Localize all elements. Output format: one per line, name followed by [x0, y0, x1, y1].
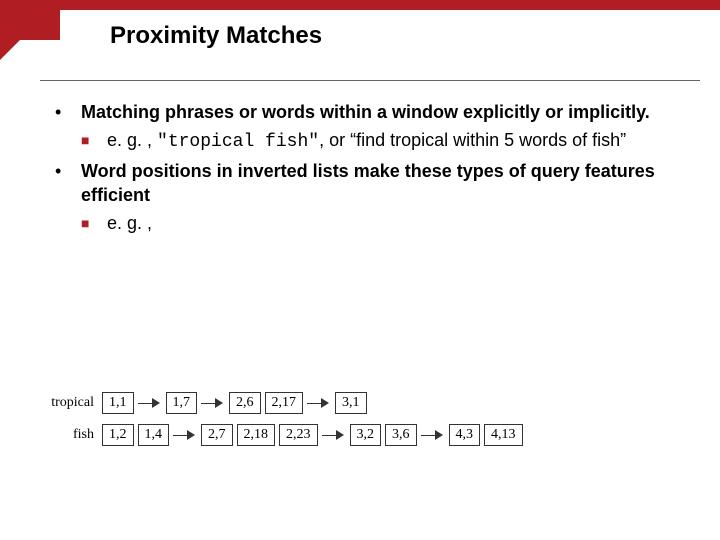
- arrow-icon: [187, 430, 195, 440]
- posting-row: tropical1,1 1,7 2,62,17 3,1: [30, 390, 700, 416]
- posting-cell: 1,1: [102, 392, 134, 414]
- arrow-icon: [435, 430, 443, 440]
- bullet-dot-icon: •: [55, 159, 81, 208]
- posting-cell: 4,13: [484, 424, 523, 446]
- content-area: • Matching phrases or words within a win…: [55, 100, 680, 239]
- inverted-list-diagram: tropical1,1 1,7 2,62,17 3,1 fish1,21,4 2,72,1…: [30, 390, 700, 454]
- slide-title: Proximity Matches: [110, 22, 720, 50]
- posting-cell: 1,7: [166, 392, 198, 414]
- arrow-icon: [215, 398, 223, 408]
- bullet-level2: ■ e. g. ,: [81, 211, 680, 235]
- arrow-icon: [321, 398, 329, 408]
- bullet-dot-icon: •: [55, 100, 81, 124]
- term-label: fish: [30, 427, 102, 443]
- posting-cell: 2,7: [201, 424, 233, 446]
- text-prefix: e. g. ,: [107, 130, 157, 150]
- posting-cell: 3,6: [385, 424, 417, 446]
- bullet-square-icon: ■: [81, 128, 107, 154]
- posting-cell: 2,23: [279, 424, 318, 446]
- posting-row: fish1,21,4 2,72,182,23 3,23,6 4,34,13: [30, 422, 700, 448]
- posting-cell: 2,18: [237, 424, 276, 446]
- posting-cell: 1,4: [138, 424, 170, 446]
- posting-cell: 4,3: [449, 424, 481, 446]
- bullet-square-icon: ■: [81, 211, 107, 235]
- posting-cell: 3,1: [335, 392, 367, 414]
- title-container: Proximity Matches: [60, 10, 720, 62]
- posting-cell: 1,2: [102, 424, 134, 446]
- bullet-text: Word positions in inverted lists make th…: [81, 159, 680, 208]
- bullet-text: e. g. ,: [107, 211, 680, 235]
- posting-cell: 2,6: [229, 392, 261, 414]
- posting-cell: 2,17: [265, 392, 304, 414]
- term-label: tropical: [30, 395, 102, 411]
- arrow-icon: [152, 398, 160, 408]
- arrow-icon: [336, 430, 344, 440]
- bullet-level1: • Word positions in inverted lists make …: [55, 159, 680, 208]
- bullet-level1: • Matching phrases or words within a win…: [55, 100, 680, 124]
- posting-cell: 3,2: [350, 424, 382, 446]
- bullet-text: Matching phrases or words within a windo…: [81, 100, 680, 124]
- bullet-text: e. g. , "tropical fish", or “find tropic…: [107, 128, 680, 154]
- code-text: "tropical fish": [157, 132, 319, 152]
- divider: [40, 80, 700, 81]
- bullet-level2: ■ e. g. , "tropical fish", or “find trop…: [81, 128, 680, 154]
- text-suffix: , or “find tropical within 5 words of fi…: [319, 130, 626, 150]
